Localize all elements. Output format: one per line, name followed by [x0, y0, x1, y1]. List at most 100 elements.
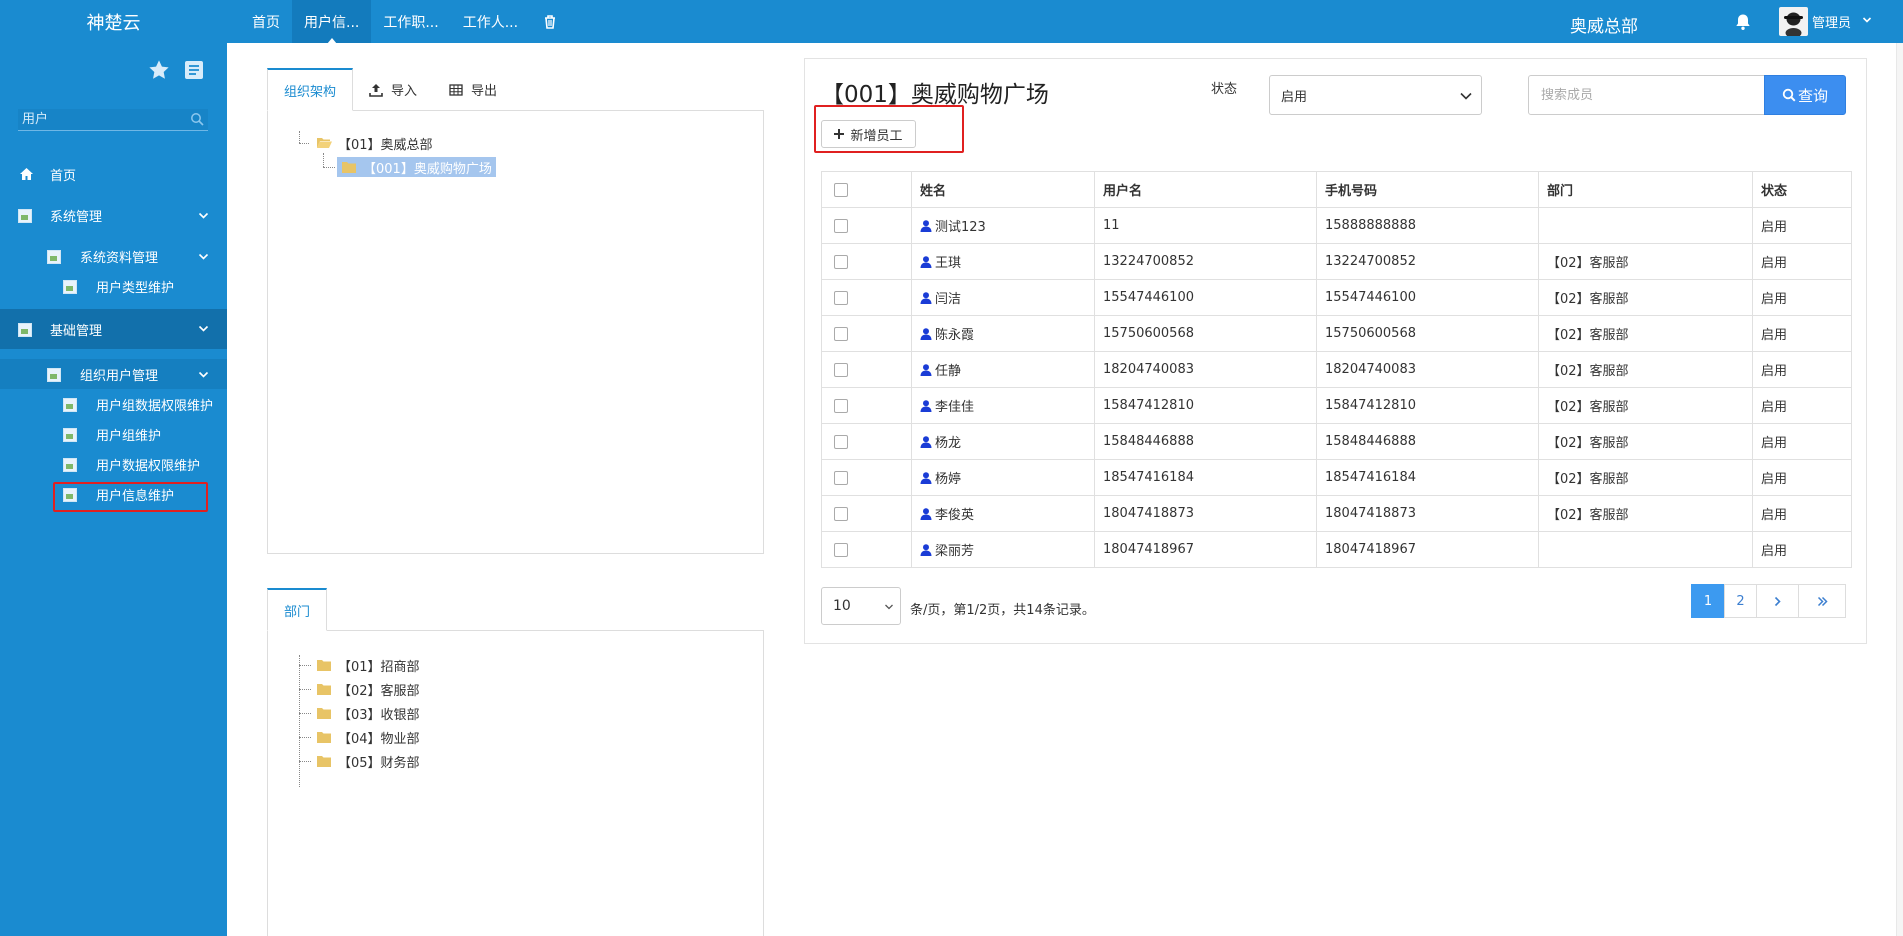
row-checkbox[interactable] [834, 434, 848, 449]
column-header-phone[interactable]: 手机号码 [1316, 171, 1539, 208]
table-row[interactable]: 闫洁 15547446100 15547446100 【02】客服部 启用 [821, 279, 1852, 316]
table-row[interactable]: 任静 18204740083 18204740083 【02】客服部 启用 [821, 351, 1852, 388]
row-checkbox[interactable] [834, 326, 848, 341]
row-checkbox-cell [821, 531, 912, 568]
table-row[interactable]: 陈永霞 15750600568 15750600568 【02】客服部 启用 [821, 315, 1852, 352]
page-button-2[interactable]: 2 [1724, 584, 1757, 618]
row-checkbox[interactable] [834, 290, 848, 305]
cell-department: 【02】客服部 [1538, 315, 1753, 352]
user-icon [920, 328, 932, 340]
tree-line [299, 737, 311, 738]
export-button[interactable]: 导出 [433, 68, 513, 111]
bell-icon[interactable] [1734, 13, 1752, 31]
tab-staff[interactable]: 工作人... [451, 0, 530, 43]
page-scrollbar[interactable] [1896, 43, 1903, 936]
cell-name: 杨婷 [911, 459, 1095, 496]
chevron-down-icon[interactable] [1862, 15, 1872, 25]
tree-node-hq[interactable]: 【01】奥威总部 [316, 133, 433, 153]
tree-node-dept[interactable]: 【01】招商部 [316, 655, 420, 675]
add-employee-button[interactable]: 新增员工 [821, 120, 916, 148]
table-row[interactable]: 测试123 11 15888888888 启用 [821, 207, 1852, 244]
tree-node-dept[interactable]: 【05】财务部 [316, 751, 420, 771]
search-icon[interactable] [190, 112, 204, 126]
cell-text: 启用 [1761, 436, 1788, 451]
cell-username: 18204740083 [1094, 351, 1317, 388]
search-button[interactable]: 查询 [1764, 75, 1846, 115]
sidebar-item-label: 系统资料管理 [80, 250, 159, 266]
cell-text: 18204740083 [1103, 362, 1194, 377]
status-select[interactable]: 启用 [1269, 75, 1482, 115]
page-button-1[interactable]: 1 [1691, 584, 1725, 618]
row-checkbox-cell [821, 279, 912, 316]
column-header-department[interactable]: 部门 [1538, 171, 1753, 208]
sidebar-item-basic-management[interactable]: 基础管理 [0, 309, 227, 349]
select-all-checkbox[interactable] [834, 182, 848, 197]
row-checkbox[interactable] [834, 362, 848, 377]
column-header-name[interactable]: 姓名 [911, 171, 1095, 208]
avatar[interactable] [1779, 7, 1808, 36]
row-checkbox[interactable] [834, 506, 848, 521]
column-header-username[interactable]: 用户名 [1094, 171, 1317, 208]
close-tabs-button[interactable] [530, 0, 570, 43]
add-employee-label: 新增员工 [850, 128, 903, 144]
sidebar-item-user-type[interactable]: 用户类型维护 [0, 271, 227, 301]
table-row[interactable]: 梁丽芳 18047418967 18047418967 启用 [821, 531, 1852, 568]
row-checkbox[interactable] [834, 542, 848, 557]
sidebar-item-org-user[interactable]: 组织用户管理 [0, 359, 227, 389]
table-row[interactable]: 杨龙 15848446888 15848446888 【02】客服部 启用 [821, 423, 1852, 460]
row-checkbox[interactable] [834, 254, 848, 269]
row-checkbox-cell [821, 243, 912, 280]
table-row[interactable]: 李佳佳 15847412810 15847412810 【02】客服部 启用 [821, 387, 1852, 424]
tab-home[interactable]: 首页 [240, 0, 292, 43]
chevron-down-icon [885, 604, 893, 610]
next-page-button[interactable] [1756, 584, 1799, 618]
star-icon[interactable] [148, 59, 170, 81]
tab-department[interactable]: 部门 [267, 588, 328, 631]
tab-user-info[interactable]: 用户信... [292, 0, 372, 44]
cell-text: 18047418873 [1325, 506, 1416, 521]
row-checkbox[interactable] [834, 398, 848, 413]
column-header-status[interactable]: 状态 [1752, 171, 1852, 208]
cell-text: 15848446888 [1325, 434, 1416, 449]
list-icon[interactable] [184, 60, 204, 80]
table-row[interactable]: 王琪 13224700852 13224700852 【02】客服部 启用 [821, 243, 1852, 280]
cell-text: 15888888888 [1325, 218, 1416, 233]
cell-text: 启用 [1761, 256, 1788, 271]
cell-username: 18047418873 [1094, 495, 1317, 532]
tab-job-duty[interactable]: 工作职... [371, 0, 450, 43]
member-search-input[interactable] [1528, 75, 1765, 115]
import-button[interactable]: 导入 [353, 68, 433, 111]
row-checkbox[interactable] [834, 218, 848, 233]
folder-icon [317, 756, 331, 767]
last-page-button[interactable] [1798, 584, 1846, 618]
row-checkbox-cell [821, 207, 912, 244]
cell-phone: 15847412810 [1316, 387, 1539, 424]
tree-node-dept[interactable]: 【02】客服部 [316, 679, 420, 699]
brand-logo[interactable]: 神楚云 [0, 0, 227, 43]
cell-status: 启用 [1752, 495, 1852, 532]
org-title[interactable]: 奥威总部 [1570, 12, 1638, 37]
sidebar-item-user-group[interactable]: 用户组维护 [0, 419, 227, 449]
tab-org-structure[interactable]: 组织架构 [267, 68, 354, 111]
cell-department: 【02】客服部 [1538, 279, 1753, 316]
sidebar-search-input[interactable] [18, 109, 183, 129]
sidebar-item-system-management[interactable]: 系统管理 [0, 200, 227, 230]
cell-text: 杨龙 [935, 436, 962, 451]
tree-node-dept[interactable]: 【04】物业部 [316, 727, 420, 747]
cell-text: 【02】客服部 [1547, 292, 1629, 307]
table-row[interactable]: 杨婷 18547416184 18547416184 【02】客服部 启用 [821, 459, 1852, 496]
tree-node-shopping-plaza[interactable]: 【001】奥威购物广场 [337, 157, 496, 177]
page-size-select[interactable]: 10 [821, 587, 901, 625]
cell-department: 【02】客服部 [1538, 351, 1753, 388]
sidebar-item-user-data-permission[interactable]: 用户数据权限维护 [0, 449, 227, 479]
status-label: 状态 [1211, 82, 1238, 97]
row-checkbox[interactable] [834, 470, 848, 485]
user-name[interactable]: 管理员 [1812, 12, 1851, 31]
sidebar-item-home[interactable]: 首页 [0, 159, 227, 189]
table-row[interactable]: 李俊英 18047418873 18047418873 【02】客服部 启用 [821, 495, 1852, 532]
menu-image-icon [47, 368, 61, 382]
tree-node-dept[interactable]: 【03】收银部 [316, 703, 420, 723]
sidebar-item-system-data[interactable]: 系统资料管理 [0, 241, 227, 271]
user-icon [920, 436, 932, 448]
sidebar-item-group-data-permission[interactable]: 用户组数据权限维护 [0, 389, 227, 419]
